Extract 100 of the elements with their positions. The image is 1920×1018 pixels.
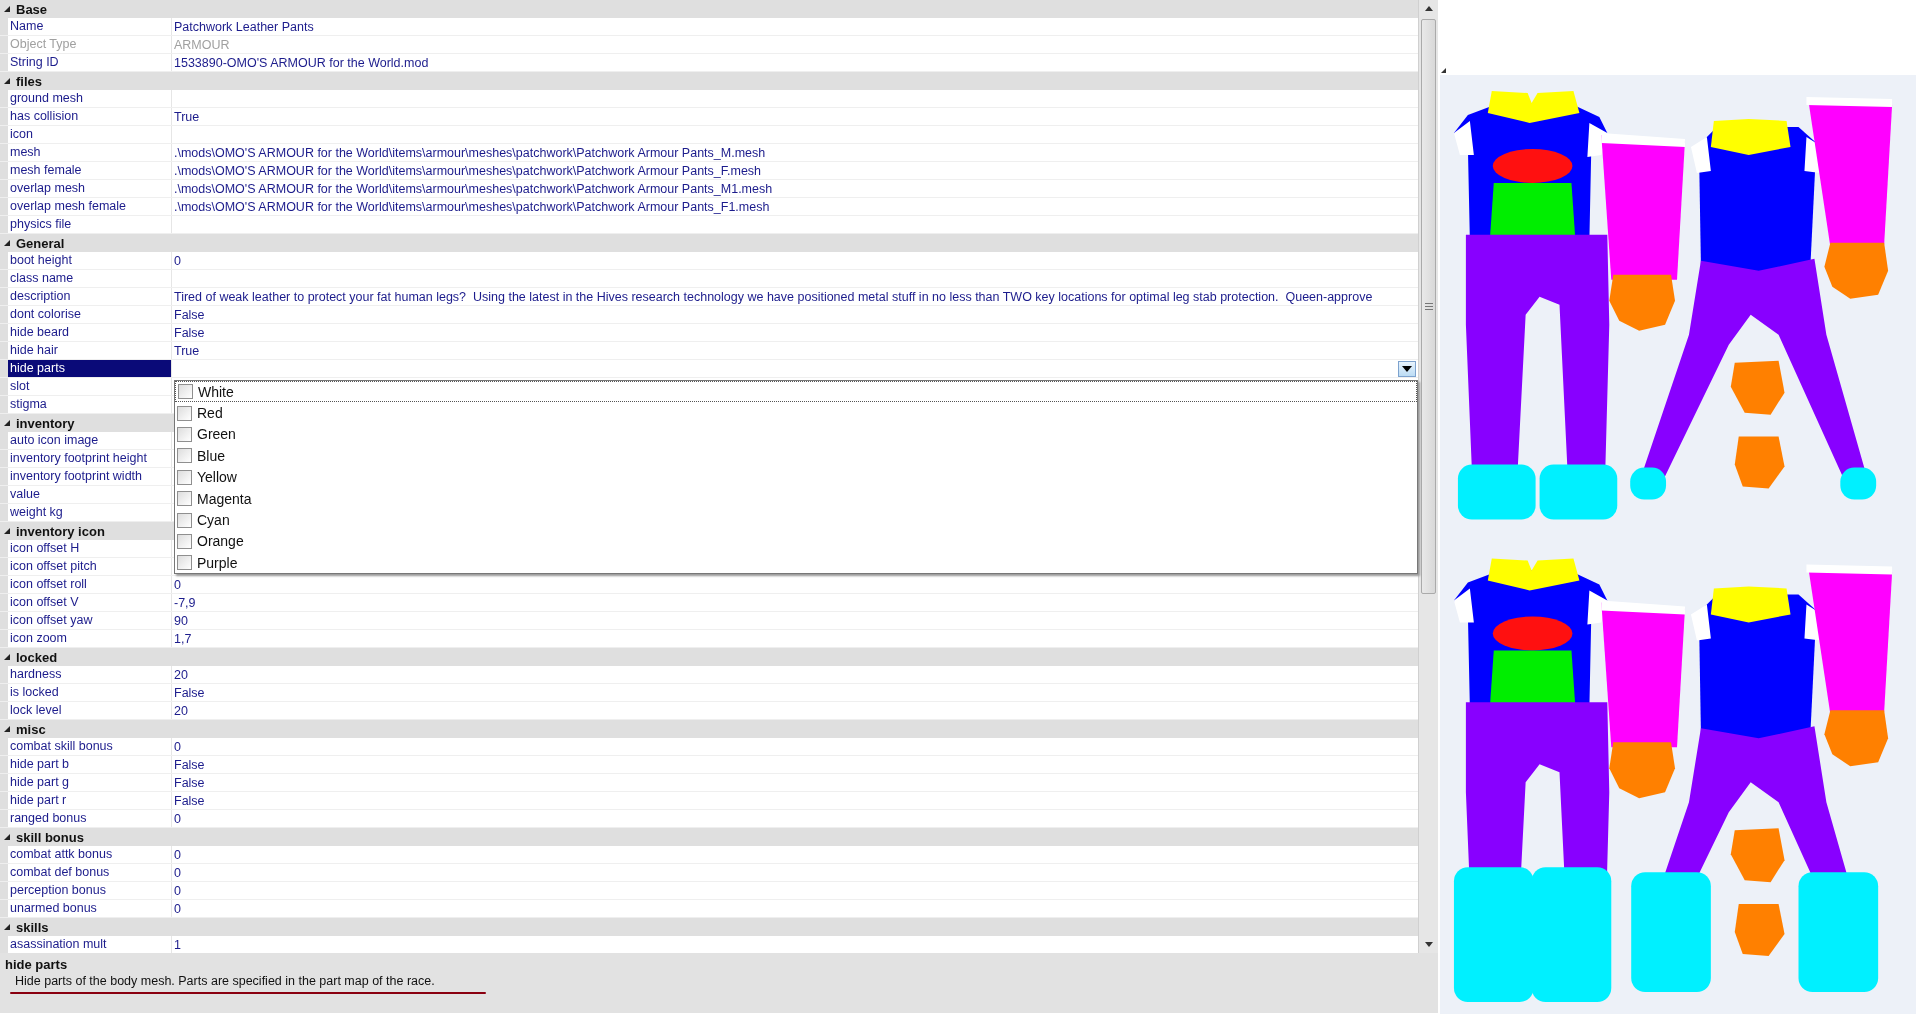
property-name[interactable]: icon offset yaw — [8, 612, 172, 629]
property-name[interactable]: combat attk bonus — [8, 846, 172, 863]
property-name[interactable]: auto icon image — [8, 432, 172, 449]
property-name[interactable]: lock level — [8, 702, 172, 719]
property-value: .\mods\OMO'S ARMOUR for the World\items\armour\meshes\patchwork\Patchwork Armour Pants_F1.mesh — [174, 199, 770, 214]
property-name[interactable]: class name — [8, 270, 172, 287]
property-name[interactable]: has collision — [8, 108, 172, 125]
property-name[interactable]: physics file — [8, 216, 172, 233]
option-label[interactable]: Blue — [197, 447, 226, 464]
option-label[interactable]: Cyan — [197, 512, 230, 529]
option-label[interactable]: White — [198, 383, 234, 400]
property-name[interactable]: icon — [8, 126, 172, 143]
property-name[interactable]: hide part r — [8, 792, 172, 809]
property-name[interactable]: icon offset H — [8, 540, 172, 557]
property-name[interactable]: icon offset roll — [8, 576, 172, 593]
property-value: False — [174, 775, 205, 790]
collapse-icon[interactable] — [4, 528, 10, 534]
scroll-down-icon[interactable] — [1424, 942, 1433, 947]
property-name[interactable]: unarmed bonus — [8, 900, 172, 917]
property-name[interactable]: hide hair — [8, 342, 172, 359]
property-value: Tired of weak leather to protect your fat human legs? Using the latest in the Hives research technology we have positioned metal stuff in no less than TWO key locations for optimal leg stab protection. Queen-approve — [174, 289, 1373, 304]
property-name[interactable]: boot height — [8, 252, 172, 269]
scroll-up-icon[interactable] — [1424, 6, 1433, 11]
splitter-icon[interactable] — [1441, 68, 1446, 73]
property-name[interactable]: inventory footprint height — [8, 450, 172, 467]
checkbox[interactable] — [177, 555, 192, 571]
grip-icon — [1424, 303, 1433, 310]
property-name[interactable]: inventory footprint width — [8, 468, 172, 485]
property-value: 20 — [174, 703, 188, 718]
property-name[interactable]: String ID — [8, 54, 172, 71]
property-name[interactable]: overlap mesh female — [8, 198, 172, 215]
property-name[interactable]: hide beard — [8, 324, 172, 341]
scroll-thumb[interactable] — [1421, 19, 1436, 594]
collapse-icon[interactable] — [4, 240, 10, 246]
category-title: misc — [16, 721, 46, 737]
scrollbar[interactable] — [1418, 0, 1438, 953]
collapse-icon[interactable] — [4, 924, 10, 930]
property-value: True — [174, 343, 200, 358]
option-label[interactable]: Red — [197, 405, 223, 422]
category-title: Base — [16, 1, 48, 17]
property-name[interactable]: value — [8, 486, 172, 503]
property-name[interactable]: ranged bonus — [8, 810, 172, 827]
property-name[interactable]: mesh — [8, 144, 172, 161]
property-value: False — [174, 757, 205, 772]
property-name[interactable]: Name — [8, 18, 172, 35]
property-name[interactable]: hide parts — [8, 360, 172, 377]
property-name[interactable]: hardness — [8, 666, 172, 683]
property-name[interactable]: combat def bonus — [8, 864, 172, 881]
category-title: skills — [16, 919, 49, 935]
collapse-icon[interactable] — [4, 78, 10, 84]
option-label[interactable]: Green — [197, 426, 236, 443]
property-name[interactable]: overlap mesh — [8, 180, 172, 197]
property-value: Patchwork Leather Pants — [174, 19, 314, 34]
category-title: skill bonus — [16, 829, 84, 845]
collapse-icon[interactable] — [4, 420, 10, 426]
checkbox[interactable] — [177, 426, 192, 442]
option-label[interactable]: Yellow — [197, 469, 237, 486]
checkbox[interactable] — [177, 512, 192, 528]
checkbox[interactable] — [177, 491, 192, 507]
property-value: 0 — [174, 883, 181, 898]
property-name[interactable]: hide part b — [8, 756, 172, 773]
help-text: Hide parts of the body mesh. Parts are specified in the part map of the race. — [14, 974, 436, 988]
property-value: False — [174, 307, 205, 322]
property-name[interactable]: is locked — [8, 684, 172, 701]
property-value: 0 — [174, 577, 181, 592]
property-value: .\mods\OMO'S ARMOUR for the World\items\armour\meshes\patchwork\Patchwork Armour Pants_F.mesh — [174, 163, 762, 178]
checkbox[interactable] — [177, 469, 192, 485]
property-name[interactable]: weight kg — [8, 504, 172, 521]
property-name[interactable]: icon zoom — [8, 630, 172, 647]
property-name[interactable]: ground mesh — [8, 90, 172, 107]
option-label[interactable]: Orange — [197, 533, 244, 550]
checkbox[interactable] — [177, 533, 192, 549]
collapse-icon[interactable] — [4, 6, 10, 12]
property-value: .\mods\OMO'S ARMOUR for the World\items\armour\meshes\patchwork\Patchwork Armour Pants_M.mesh — [174, 145, 766, 160]
dropdown-button[interactable] — [1398, 361, 1416, 377]
collapse-icon[interactable] — [4, 726, 10, 732]
property-value: False — [174, 685, 205, 700]
checkbox[interactable] — [177, 448, 192, 464]
help-title: hide parts — [5, 957, 69, 972]
property-name[interactable]: hide part g — [8, 774, 172, 791]
property-name[interactable]: dont colorise — [8, 306, 172, 323]
property-name[interactable]: icon offset pitch — [8, 558, 172, 575]
property-value: 1 — [174, 937, 181, 952]
collapse-icon[interactable] — [4, 654, 10, 660]
property-value: 0 — [174, 865, 181, 880]
property-value: 0 — [174, 811, 181, 826]
collapse-icon[interactable] — [4, 834, 10, 840]
property-name[interactable]: combat skill bonus — [8, 738, 172, 755]
property-value: 1533890-OMO'S ARMOUR for the World.mod — [174, 55, 429, 70]
property-name[interactable]: icon offset V — [8, 594, 172, 611]
property-name[interactable]: mesh female — [8, 162, 172, 179]
checkbox[interactable] — [178, 384, 193, 400]
property-name[interactable]: perception bonus — [8, 882, 172, 899]
option-label[interactable]: Purple — [197, 554, 238, 571]
category-title: inventory icon — [16, 523, 105, 539]
checkbox[interactable] — [177, 405, 192, 421]
property-name[interactable]: stigma — [8, 396, 172, 413]
property-name[interactable]: description — [8, 288, 172, 305]
property-name[interactable]: slot — [8, 378, 172, 395]
option-label[interactable]: Magenta — [197, 490, 252, 507]
